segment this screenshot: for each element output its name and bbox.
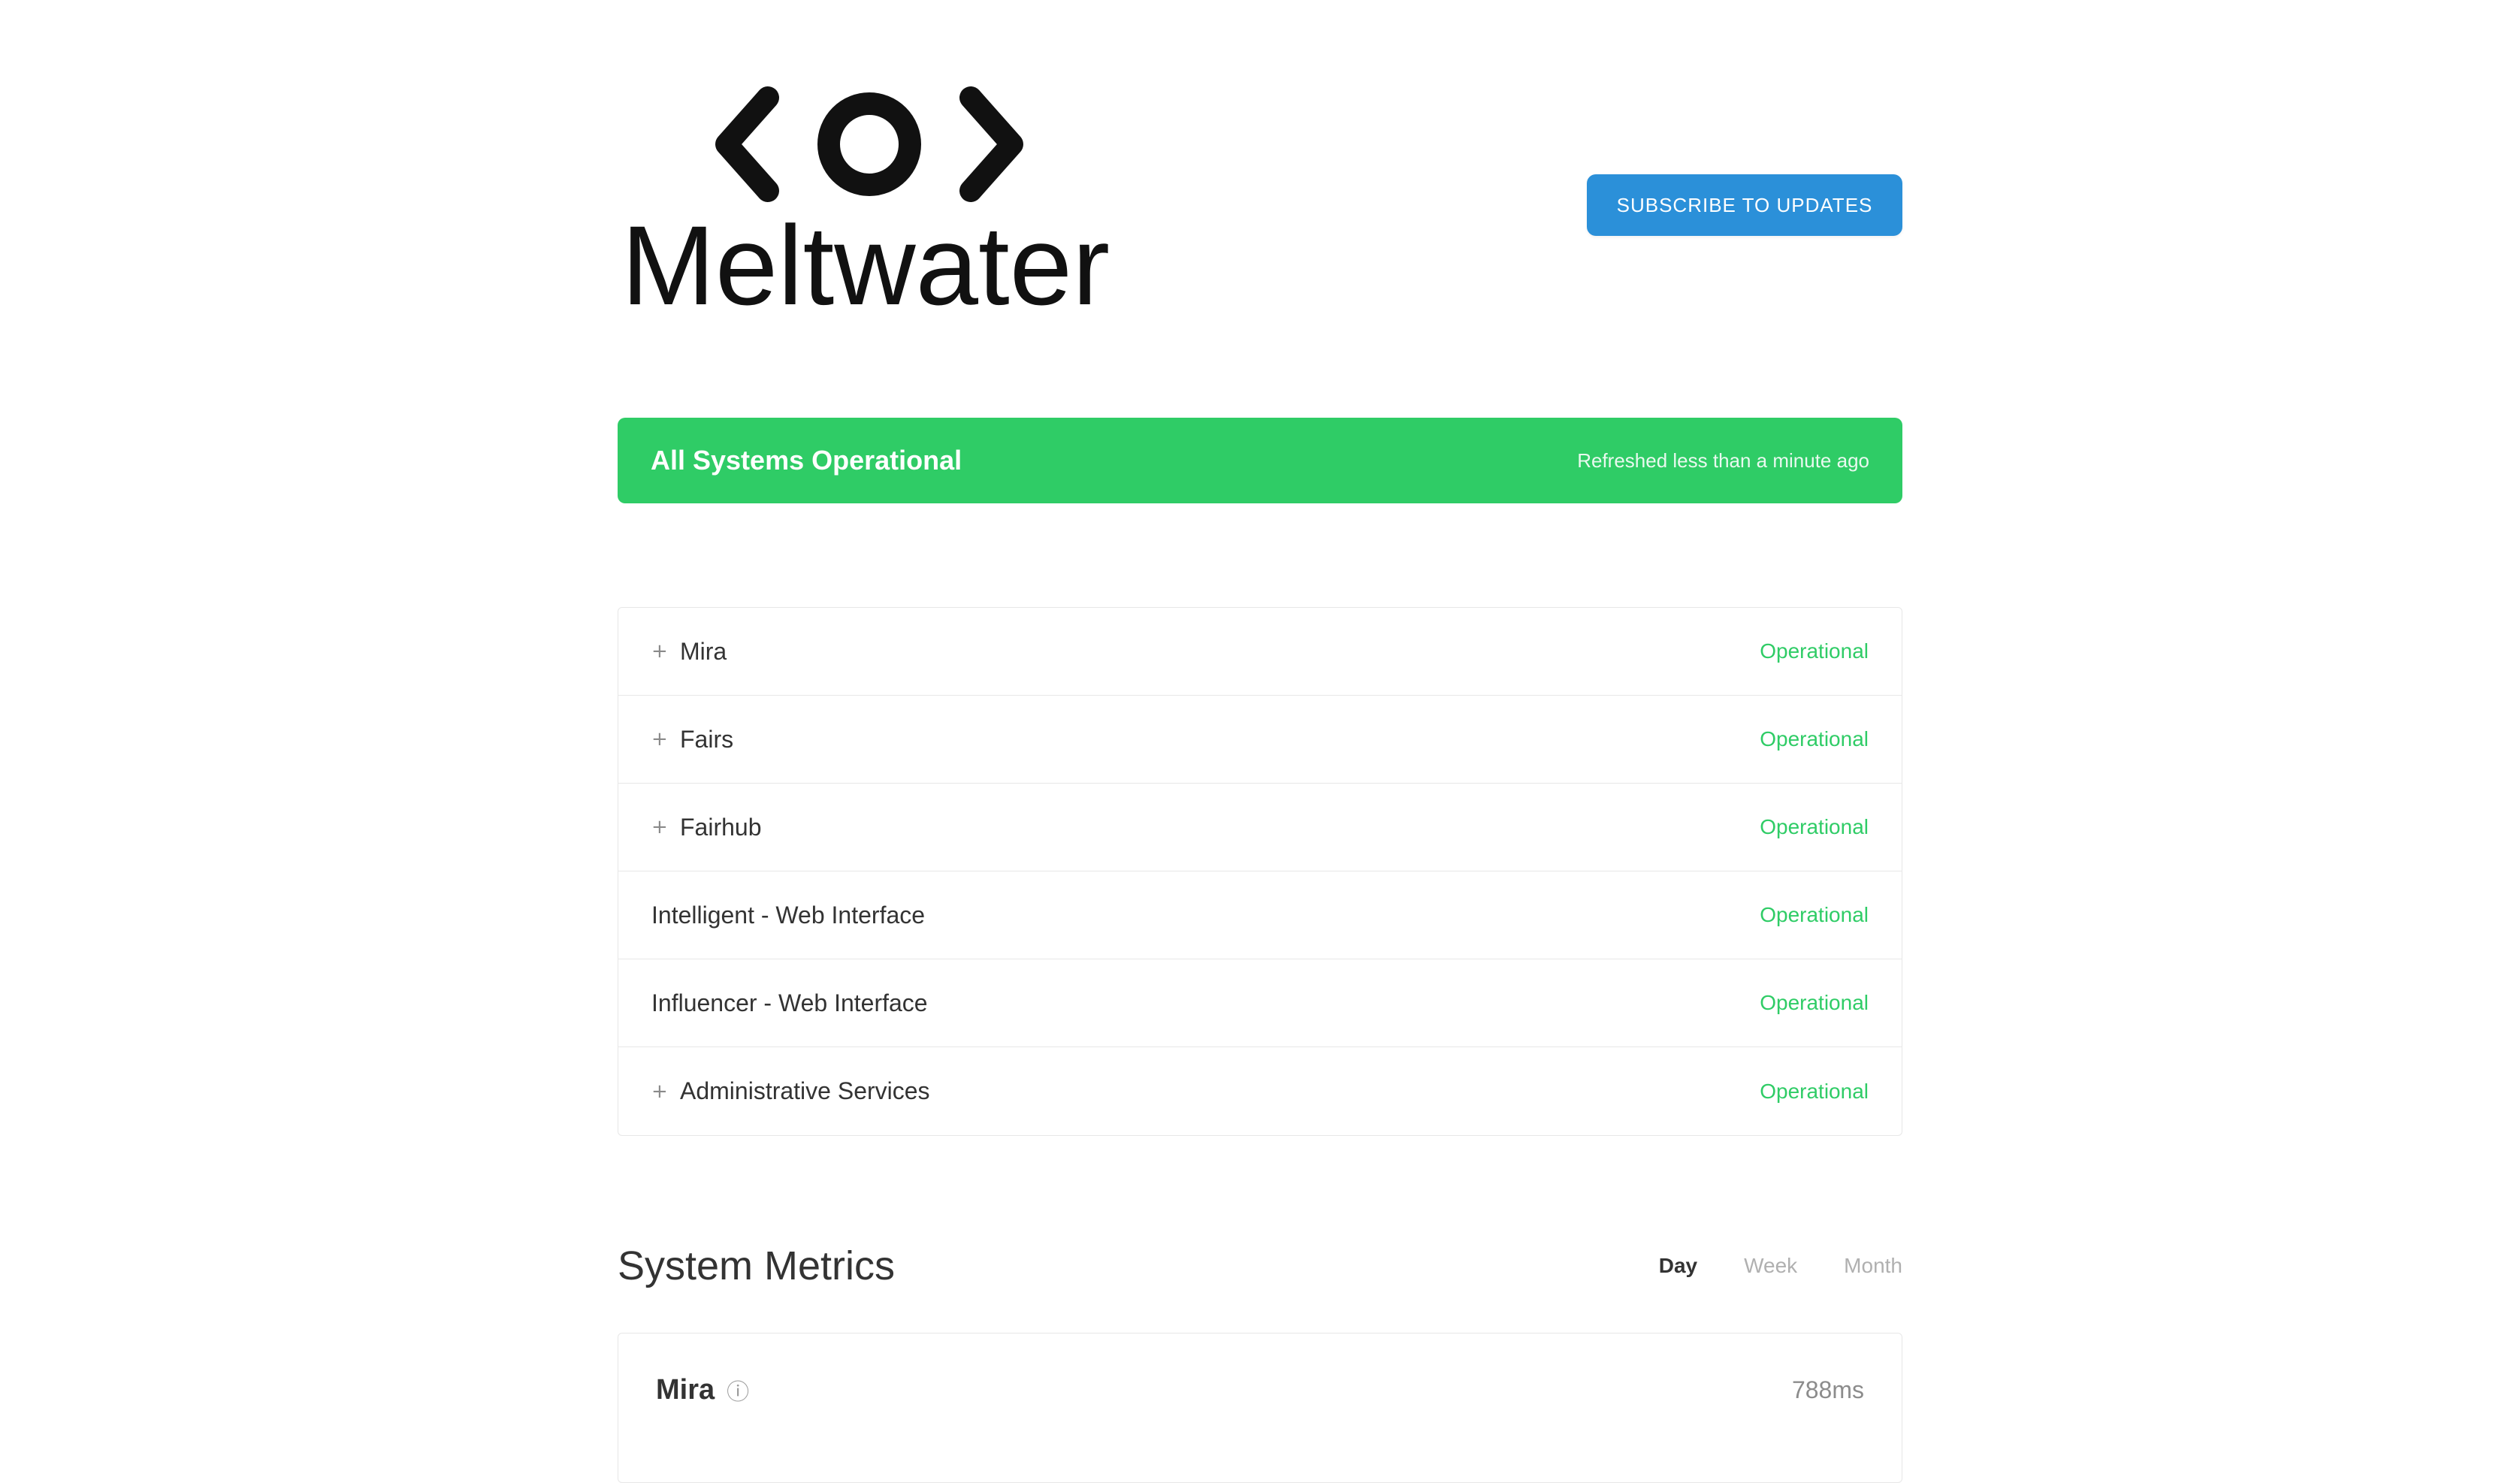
component-name-group: Influencer - Web Interface <box>651 989 928 1017</box>
tab-month[interactable]: Month <box>1844 1254 1902 1278</box>
component-row[interactable]: + Mira Operational <box>618 608 1902 696</box>
page-container: Meltwater SUBSCRIBE TO UPDATES All Syste… <box>618 0 1902 1483</box>
metrics-range-tabs: Day Week Month <box>1612 1254 1902 1278</box>
metric-name: Mira <box>656 1373 715 1406</box>
component-status: Operational <box>1760 991 1869 1014</box>
metric-card-header: Mira ⓘ 788ms <box>656 1333 1864 1446</box>
tab-week[interactable]: Week <box>1744 1254 1797 1278</box>
component-name: Influencer - Web Interface <box>651 989 928 1016</box>
component-name: Mira <box>680 637 727 665</box>
component-status: Operational <box>1760 727 1869 751</box>
component-name-group: + Fairs <box>651 726 733 754</box>
metric-card: Mira ⓘ 788ms <box>618 1333 1902 1483</box>
page-header: Meltwater SUBSCRIBE TO UPDATES <box>618 0 1902 346</box>
plus-icon[interactable]: + <box>651 1080 669 1103</box>
tab-day[interactable]: Day <box>1659 1254 1697 1278</box>
component-name: Fairs <box>680 725 734 753</box>
plus-icon[interactable]: + <box>651 816 669 838</box>
component-row[interactable]: + Fairs Operational <box>618 696 1902 784</box>
component-status: Operational <box>1760 815 1869 838</box>
component-status: Operational <box>1760 639 1869 663</box>
component-name-group: + Administrative Services <box>651 1077 930 1105</box>
component-row[interactable]: + Administrative Services Operational <box>618 1047 1902 1135</box>
component-name-group: + Fairhub <box>651 814 762 841</box>
status-banner: All Systems Operational Refreshed less t… <box>618 418 1902 503</box>
meltwater-logo[interactable]: Meltwater <box>618 83 1113 323</box>
metrics-title: System Metrics <box>618 1243 896 1288</box>
component-name: Administrative Services <box>680 1077 930 1104</box>
info-icon[interactable]: ⓘ <box>727 1373 749 1406</box>
component-status: Operational <box>1760 1079 1869 1103</box>
components-list: + Mira Operational + Fairs Operational +… <box>618 607 1902 1136</box>
component-name: Intelligent - Web Interface <box>651 901 926 929</box>
status-refresh-text: Refreshed less than a minute ago <box>1577 449 1869 472</box>
metric-name-group: Mira ⓘ <box>656 1373 749 1406</box>
plus-icon[interactable]: + <box>651 728 669 751</box>
component-row: Influencer - Web Interface Operational <box>618 959 1902 1047</box>
component-name-group: + Mira <box>651 638 727 666</box>
component-name-group: Intelligent - Web Interface <box>651 902 925 929</box>
plus-icon[interactable]: + <box>651 640 669 663</box>
subscribe-button[interactable]: SUBSCRIBE TO UPDATES <box>1587 174 1902 236</box>
component-status: Operational <box>1760 903 1869 926</box>
component-row[interactable]: + Fairhub Operational <box>618 784 1902 871</box>
component-name: Fairhub <box>680 813 762 841</box>
status-title: All Systems Operational <box>651 445 962 476</box>
metric-value: 788ms <box>1791 1376 1864 1403</box>
logo-wordmark: Meltwater <box>621 202 1110 323</box>
metrics-header: System Metrics Day Week Month <box>618 1232 1902 1300</box>
component-row: Intelligent - Web Interface Operational <box>618 871 1902 959</box>
logo-graphic: Meltwater <box>621 86 1110 323</box>
